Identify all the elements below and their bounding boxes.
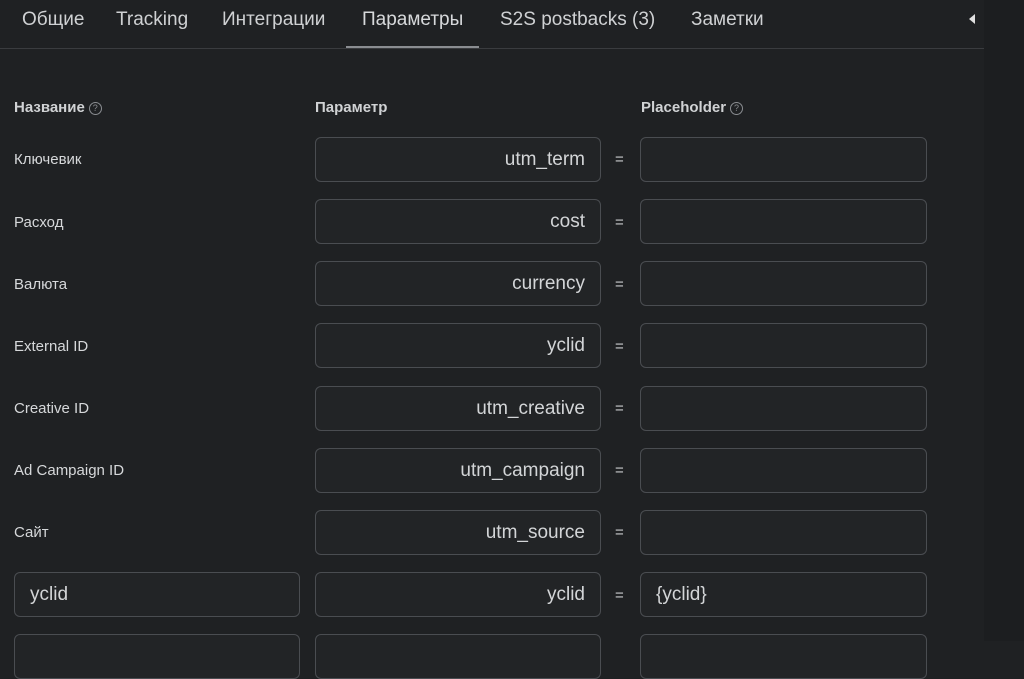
row-label: Валюта (14, 276, 68, 293)
tab-s2s-postbacks[interactable]: S2S postbacks (3) (500, 0, 655, 46)
help-icon[interactable]: ? (730, 102, 744, 115)
tab-general[interactable]: Общие (22, 0, 84, 46)
placeholder-input[interactable]: {yclid} (640, 572, 927, 617)
row-label: External ID (14, 338, 89, 355)
equals-sign: = (615, 462, 624, 479)
parameter-input[interactable]: utm_creative (315, 386, 601, 431)
custom-name-input[interactable]: yclid (14, 572, 300, 617)
parameter-input[interactable]: yclid (315, 572, 601, 617)
tab-integrations[interactable]: Интеграции (222, 0, 325, 46)
row-label: Ad Campaign ID (14, 462, 125, 479)
tab-parameters[interactable]: Параметры (346, 0, 480, 48)
placeholder-input[interactable] (640, 261, 927, 306)
row-label: Расход (14, 214, 64, 231)
parameter-input[interactable]: utm_term (315, 137, 601, 182)
right-panel-edge (984, 0, 1024, 641)
row-label: Сайт (14, 524, 49, 541)
scroll-left-icon[interactable] (969, 14, 975, 24)
parameter-input[interactable]: utm_campaign (315, 448, 601, 493)
parameter-input[interactable]: utm_source (315, 510, 601, 555)
placeholder-input[interactable] (640, 323, 927, 368)
column-header-placeholder: Placeholder? (641, 99, 744, 116)
column-header-name: Название? (14, 99, 102, 116)
column-header-parameter: Параметр (315, 99, 388, 116)
tab-notes[interactable]: Заметки (691, 0, 764, 46)
tab-tracking[interactable]: Tracking (116, 0, 188, 46)
placeholder-input[interactable] (640, 510, 927, 555)
equals-sign: = (615, 214, 624, 231)
placeholder-input[interactable] (640, 137, 927, 182)
equals-sign: = (615, 524, 624, 541)
equals-sign: = (615, 276, 624, 293)
parameter-input[interactable]: yclid (315, 323, 601, 368)
tab-bar: Общие Tracking Интеграции Параметры S2S … (0, 0, 984, 49)
placeholder-input[interactable] (640, 448, 927, 493)
row-label: Ключевик (14, 151, 82, 168)
equals-sign: = (615, 587, 624, 604)
placeholder-input[interactable] (640, 386, 927, 431)
row-label: Creative ID (14, 400, 90, 417)
parameter-input[interactable]: currency (315, 261, 601, 306)
equals-sign: = (615, 400, 624, 417)
parameter-input[interactable]: cost (315, 199, 601, 244)
equals-sign: = (615, 151, 624, 168)
column-header-placeholder-label: Placeholder (641, 99, 727, 116)
placeholder-input[interactable] (640, 199, 927, 244)
equals-sign: = (615, 338, 624, 355)
help-icon[interactable]: ? (88, 102, 102, 115)
column-header-name-label: Название (14, 99, 85, 116)
